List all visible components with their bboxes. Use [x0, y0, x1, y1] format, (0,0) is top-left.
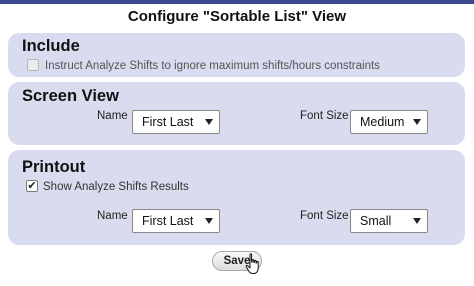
screen-view-panel: Screen View Name First Last Font Size Me… [8, 82, 465, 145]
chevron-down-icon [413, 119, 421, 125]
ignore-constraints-checkbox[interactable] [27, 59, 39, 71]
printout-panel: Printout ✔ Show Analyze Shifts Results N… [8, 150, 465, 245]
print-name-select[interactable]: First Last [132, 209, 220, 233]
chevron-down-icon [413, 218, 421, 224]
include-heading: Include [22, 37, 80, 55]
print-font-size-value: Small [360, 214, 392, 228]
hand-pointer-icon [245, 253, 259, 274]
print-name-label: Name [97, 210, 128, 222]
screen-view-heading: Screen View [22, 87, 119, 105]
show-results-checkbox[interactable]: ✔ [26, 180, 38, 192]
chevron-down-icon [205, 119, 213, 125]
screen-font-size-label: Font Size [300, 110, 349, 122]
dialog-title: Configure "Sortable List" View [127, 8, 347, 25]
show-results-label: Show Analyze Shifts Results [43, 181, 189, 193]
screen-name-select[interactable]: First Last [132, 110, 220, 134]
top-accent-bar [0, 0, 474, 4]
screen-font-size-select[interactable]: Medium [350, 110, 428, 134]
screen-font-size-value: Medium [360, 115, 405, 129]
chevron-down-icon [205, 218, 213, 224]
screen-name-value: First Last [142, 115, 194, 129]
print-font-size-label: Font Size [300, 210, 349, 222]
print-name-value: First Last [142, 214, 194, 228]
ignore-constraints-label: Instruct Analyze Shifts to ignore maximu… [45, 60, 380, 72]
screen-name-label: Name [97, 110, 128, 122]
include-panel: Include Instruct Analyze Shifts to ignor… [8, 33, 465, 77]
printout-heading: Printout [22, 158, 86, 176]
print-font-size-select[interactable]: Small [350, 209, 428, 233]
